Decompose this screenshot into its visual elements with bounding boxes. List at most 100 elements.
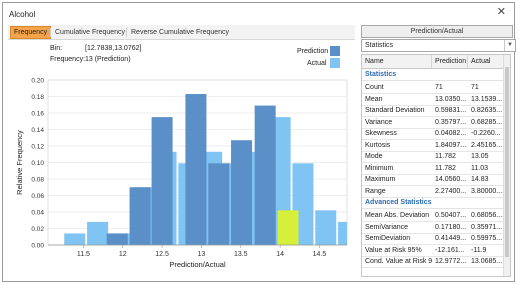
stat-prediction-cell: 0.59831... (435, 107, 467, 114)
table-row[interactable]: Cond. Value at Risk 9... 12.9772... 13.068… (362, 256, 510, 268)
stat-prediction-cell: 2.27400... (435, 187, 467, 195)
stat-name-cell: Cond. Value at Risk 9... (365, 258, 432, 265)
table-row[interactable]: Minimum 11.782 11.03 (362, 163, 510, 175)
y-tick-label: 0.02 (31, 226, 44, 233)
table-row[interactable]: Mean 13.0350... 13.1539... (362, 94, 510, 106)
actual-bar (87, 221, 109, 245)
x-tick-label: 14 (276, 251, 284, 258)
x-tick-label: 13 (198, 251, 206, 258)
stat-prediction-cell: 11.782 (435, 164, 456, 172)
y-tick-label: 0.12 (31, 143, 44, 150)
stat-name-cell: SemiVariance (365, 223, 409, 231)
x-tick-label: 14.5 (313, 251, 327, 258)
stat-prediction-cell: 0.35797... (435, 118, 467, 126)
legend-actual-label: Actual (307, 60, 327, 67)
frequency-value: 13 (Prediction) (85, 56, 131, 63)
table-row[interactable]: Count 71 71 (362, 82, 510, 94)
column-header-prediction[interactable]: Prediction (432, 55, 468, 68)
stat-name-cell: Count (365, 84, 384, 91)
stat-prediction-cell: 0.04082... (435, 130, 467, 137)
table-row[interactable]: Mode 11.782 13.05 (362, 151, 510, 163)
close-icon[interactable]: ✕ (497, 7, 506, 18)
stat-prediction-cell: 0.50407... (435, 212, 467, 219)
stat-actual-cell: 71 (471, 84, 479, 91)
stat-prediction-cell: 71 (435, 84, 443, 91)
legend-actual-swatch (330, 58, 340, 68)
column-header-name[interactable]: Name (362, 55, 432, 68)
stat-actual-cell: 0.68056... (471, 212, 503, 219)
prediction-bar (129, 187, 151, 245)
y-tick-label: 0.00 (31, 242, 44, 249)
stat-actual-cell: 2.45165... (471, 141, 503, 149)
vertical-scrollbar[interactable] (503, 55, 510, 276)
frequency-label: Frequency: (50, 56, 86, 63)
stat-actual-cell: 13.1539... (471, 95, 503, 103)
stat-name-cell: Range (365, 187, 386, 195)
table-row[interactable]: Value at Risk 95% -12.161... -11.9 (362, 245, 510, 257)
table-row[interactable]: SemiDeviation 0.41449... 0.59975... (362, 233, 510, 245)
stat-actual-cell: -0.2260... (471, 130, 501, 137)
stat-actual-cell: 11.03 (471, 164, 488, 172)
x-tick-label: 11.5 (77, 251, 90, 258)
y-tick-label: 0.14 (31, 127, 44, 134)
legend-prediction-label: Prediction (297, 48, 329, 55)
table-row[interactable]: Maximum 14.0560... 14.83 (362, 174, 510, 186)
prediction-bar-highlighted (277, 210, 299, 245)
y-axis-title: Relative Frequency (15, 130, 24, 195)
title-bar: Alcohol ✕ (3, 3, 514, 23)
stat-prediction-cell: 0.17180... (435, 223, 467, 231)
stat-name-cell: Mean (365, 95, 383, 103)
stat-name-cell: Maximum (365, 176, 396, 183)
stat-prediction-cell: 0.41449... (435, 235, 467, 242)
bin-value: [12.7838,13.0762] (85, 45, 142, 52)
stat-name-cell: Value at Risk 95% (365, 246, 422, 254)
prediction-bar (106, 233, 128, 245)
actual-bar (64, 233, 86, 245)
table-row[interactable]: Range 2.27400... 3.80000... (362, 186, 510, 198)
statistics-panel: Prediction/Actual Statistics ▼ Name Pred… (361, 25, 516, 277)
stat-actual-cell: -11.9 (471, 246, 487, 254)
y-tick-label: 0.08 (31, 176, 44, 183)
stat-actual-cell: 3.80000... (471, 187, 503, 195)
statistics-select-value: Statistics (365, 42, 394, 49)
x-axis-title: Prediction/Actual (169, 260, 226, 269)
stat-actual-cell: 0.82635... (471, 107, 503, 114)
stat-actual-cell: 13.05 (471, 153, 489, 160)
statistics-select[interactable]: Statistics ▼ (361, 39, 516, 52)
table-section-header: Statistics (362, 69, 510, 81)
table-row[interactable]: Kurtosis 1.84097... 2.45165... (362, 140, 510, 152)
table-row[interactable]: Variance 0.35797... 0.68285... (362, 117, 510, 129)
x-tick-label: 12.5 (155, 251, 169, 258)
prediction-bar (185, 94, 207, 246)
prediction-actual-button[interactable]: Prediction/Actual (361, 25, 513, 38)
y-tick-label: 0.06 (31, 193, 44, 200)
chart-panel: Frequency Cumulative Frequency Reverse C… (8, 25, 355, 277)
actual-bar (338, 221, 347, 245)
table-row[interactable]: SemiVariance 0.17180... 0.35971... (362, 222, 510, 234)
stat-actual-cell: 0.35971... (471, 223, 503, 231)
column-header-actual[interactable]: Actual (468, 55, 504, 68)
prediction-bar (231, 140, 253, 245)
stat-name-cell: Mode (365, 153, 383, 160)
stat-actual-cell: 0.59975... (471, 235, 503, 242)
stat-prediction-cell: 12.9772... (435, 258, 467, 265)
y-tick-label: 0.10 (31, 160, 44, 167)
statistics-table: Name Prediction Actual Statistics Count 71… (361, 54, 511, 277)
stat-name-cell: Variance (365, 118, 393, 126)
stat-prediction-cell: 11.782 (435, 153, 456, 160)
stat-actual-cell: 0.68285... (471, 118, 503, 126)
prediction-bar (254, 105, 276, 245)
stat-actual-cell: 13.0685... (471, 258, 503, 265)
scrollbar-thumb[interactable] (505, 67, 509, 257)
table-header: Name Prediction Actual (362, 55, 510, 69)
alcohol-window: Alcohol ✕ Frequency Cumulative Frequency… (2, 2, 516, 282)
chevron-down-icon[interactable]: ▼ (504, 40, 515, 51)
table-row[interactable]: Mean Abs. Deviation 0.50407... 0.68056... (362, 210, 510, 222)
table-row[interactable]: Standard Deviation 0.59831... 0.82635... (362, 105, 510, 117)
stat-prediction-cell: 13.0350... (435, 95, 467, 103)
table-section-header: Advanced Statistics (362, 197, 510, 209)
legend-prediction-swatch (330, 46, 340, 56)
table-row[interactable]: Skewness 0.04082... -0.2260... (362, 128, 510, 140)
prediction-bar (208, 163, 230, 245)
actual-bar (315, 210, 337, 245)
